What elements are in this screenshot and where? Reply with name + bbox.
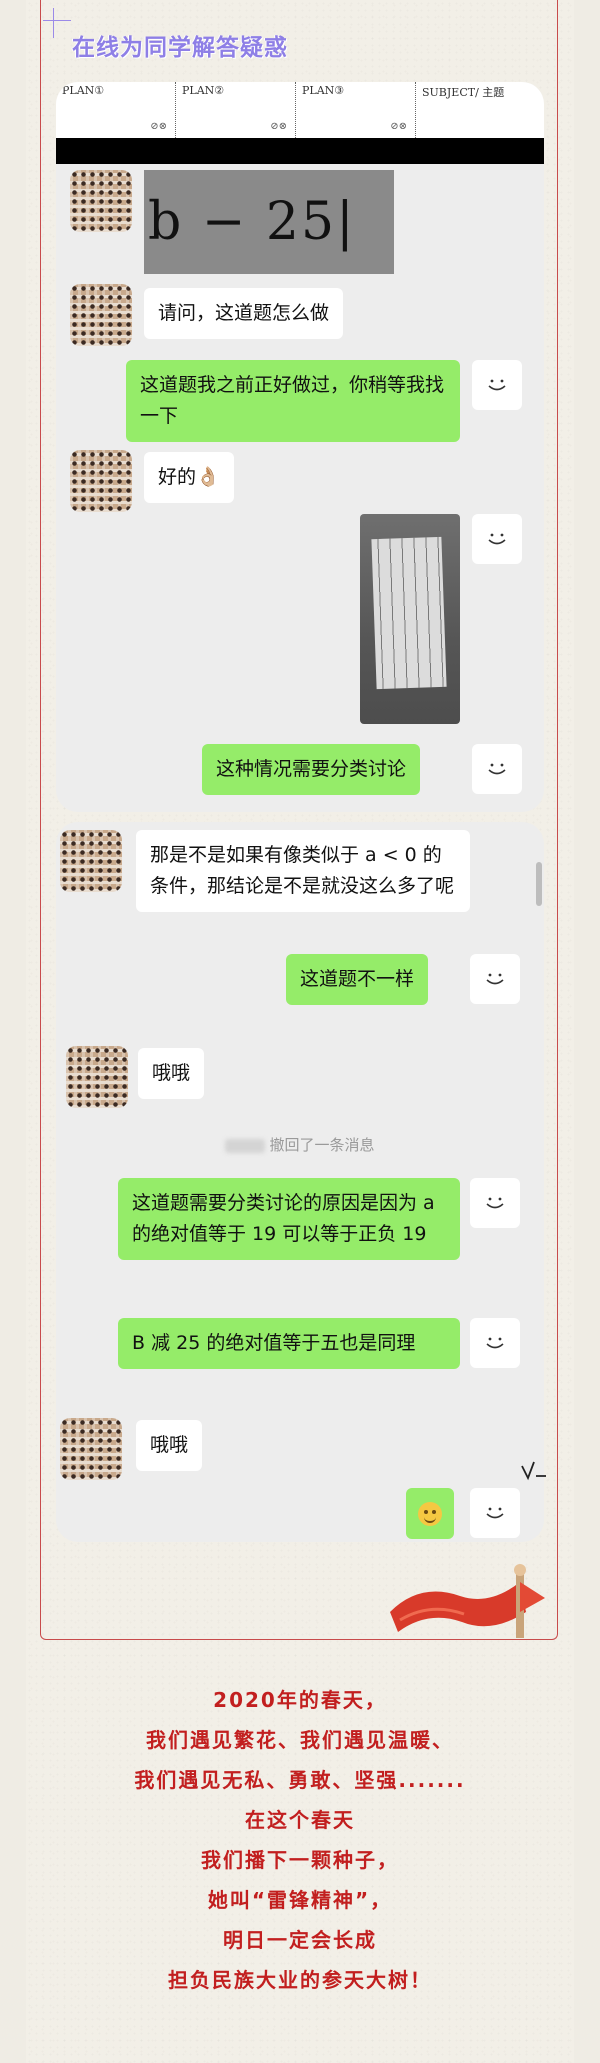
scrollbar[interactable] — [536, 862, 542, 906]
smile-icon[interactable] — [470, 1178, 520, 1228]
poem-line: 我们播下一颗种子， — [201, 1848, 399, 1872]
smile-icon[interactable] — [470, 1318, 520, 1368]
check-marks: ⊘⊗ — [390, 121, 407, 132]
plan-label: PLAN① — [62, 84, 105, 97]
message-bubble-right[interactable]: 这种情况需要分类讨论 — [202, 744, 421, 795]
poem-line: 她叫“雷锋精神”， — [207, 1888, 393, 1912]
recall-notice: 撤回了一条消息 — [56, 1134, 544, 1155]
message-bubble-left[interactable]: 哦哦 — [136, 1420, 203, 1471]
plan-table: PLAN① ⊘⊗ PLAN② ⊘⊗ PLAN③ ⊘⊗ SUBJECT/ 主题 — [56, 82, 544, 138]
message-bubble-right[interactable]: 这道题我之前正好做过，你稍等我找一下 — [126, 360, 460, 442]
message-bubble-right[interactable]: 这道题不一样 — [286, 954, 429, 1005]
smile-icon[interactable] — [472, 744, 522, 794]
plan-label: PLAN③ — [302, 84, 345, 97]
avatar[interactable] — [66, 1046, 128, 1108]
plan-cell-3: PLAN③ ⊘⊗ — [296, 82, 416, 138]
problem-photo[interactable] — [360, 514, 460, 724]
smile-icon[interactable] — [470, 1488, 520, 1538]
check-marks: ⊘⊗ — [270, 121, 287, 132]
plan-label: PLAN② — [182, 84, 225, 97]
plan-cell-subject: SUBJECT/ 主题 — [416, 82, 544, 138]
poem-line: 2020年的春天， — [213, 1688, 387, 1712]
smile-icon[interactable] — [472, 514, 522, 564]
avatar[interactable] — [70, 170, 132, 232]
red-flag — [390, 1564, 545, 1638]
smile-icon[interactable] — [472, 360, 522, 410]
poem-line: 我们遇见繁花、我们遇见温暖、 — [146, 1728, 454, 1752]
poem: 2020年的春天， 我们遇见繁花、我们遇见温暖、 我们遇见无私、勇敢、坚强...… — [0, 1680, 600, 2000]
poem-line: 明日一定会长成 — [223, 1928, 377, 1952]
equation-image[interactable]: b − 25| = — [144, 170, 394, 356]
photo-paper — [371, 536, 447, 690]
poem-line: 我们遇见无私、勇敢、坚强....... — [134, 1768, 466, 1792]
check-marks: ⊘⊗ — [150, 121, 167, 132]
page-title: 在线为同学解答疑惑 — [72, 35, 288, 61]
signature — [521, 1461, 546, 1481]
avatar[interactable] — [70, 284, 132, 346]
plan-cell-1: PLAN① ⊘⊗ — [56, 82, 176, 138]
black-band — [56, 138, 544, 164]
smile-icon[interactable] — [470, 954, 520, 1004]
message-bubble-left[interactable]: 好的👌🏼 — [144, 452, 234, 503]
recall-text: 撤回了一条消息 — [269, 1136, 375, 1154]
crosshair-decoration — [53, 8, 54, 38]
plan-cell-2: PLAN② ⊘⊗ — [176, 82, 296, 138]
emoji-message[interactable] — [406, 1488, 454, 1539]
chat-screenshot-2: 那是不是如果有像类似于 a < 0 的条件，那结论是不是就没这么多了呢 这道题不… — [56, 822, 544, 1542]
poem-line: 担负民族大业的参天大树！ — [168, 1968, 432, 1992]
crosshair-decoration — [43, 20, 71, 21]
avatar[interactable] — [60, 1418, 122, 1480]
smiley-emoji — [418, 1501, 442, 1526]
chat-screenshot-1: PLAN① ⊘⊗ PLAN② ⊘⊗ PLAN③ ⊘⊗ SUBJECT/ 主题 b… — [56, 82, 544, 812]
message-bubble-left[interactable]: 请问，这道题怎么做 — [144, 288, 344, 339]
poem-line: 在这个春天 — [245, 1808, 355, 1832]
plan-label: SUBJECT/ 主题 — [422, 86, 505, 99]
message-bubble-left[interactable]: 哦哦 — [138, 1048, 205, 1099]
blurred-name — [225, 1138, 266, 1153]
avatar[interactable] — [60, 830, 122, 892]
avatar[interactable] — [70, 450, 132, 512]
message-bubble-right[interactable]: 这道题需要分类讨论的原因是因为 a 的绝对值等于 19 可以等于正负 19 — [118, 1178, 460, 1260]
message-bubble-left[interactable]: 那是不是如果有像类似于 a < 0 的条件，那结论是不是就没这么多了呢 — [136, 830, 470, 912]
message-bubble-right[interactable]: B 减 25 的绝对值等于五也是同理 — [118, 1318, 460, 1369]
message-text: 好的👌🏼 — [158, 466, 220, 488]
